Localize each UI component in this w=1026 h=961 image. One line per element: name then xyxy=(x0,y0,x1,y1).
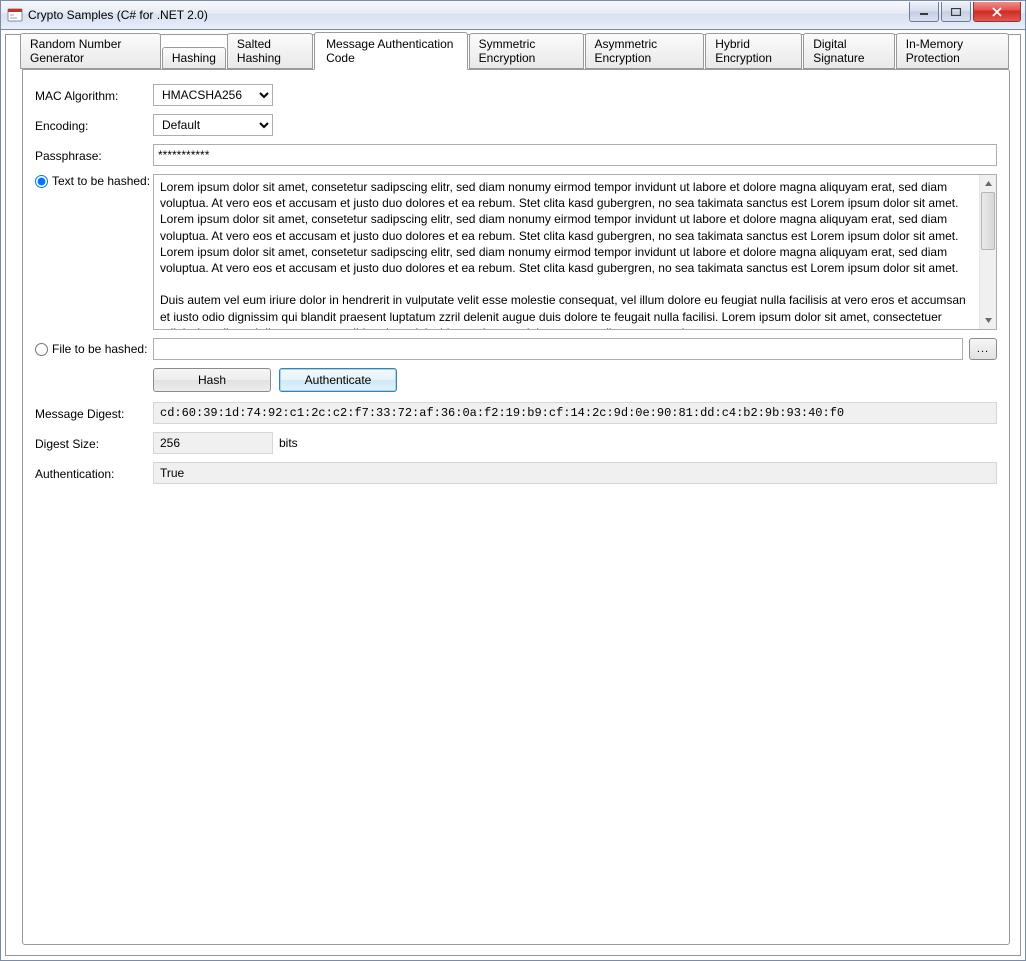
authentication-output: True xyxy=(153,462,997,484)
tab-panel: MAC Algorithm: HMACSHA256 Encoding: Defa… xyxy=(22,69,1010,945)
encoding-label: Encoding: xyxy=(35,117,153,133)
title-bar: Crypto Samples (C# for .NET 2.0) xyxy=(0,0,1026,30)
text-scrollbar[interactable] xyxy=(979,175,996,329)
mac-algorithm-label: MAC Algorithm: xyxy=(35,87,153,103)
file-path-input[interactable] xyxy=(153,338,963,360)
tab-digital-signature[interactable]: Digital Signature xyxy=(803,33,895,69)
hash-button[interactable]: Hash xyxy=(153,368,271,392)
window-title: Crypto Samples (C# for .NET 2.0) xyxy=(28,8,208,22)
passphrase-input[interactable] xyxy=(153,144,997,166)
text-source-label: Text to be hashed: xyxy=(52,174,150,188)
passphrase-label: Passphrase: xyxy=(35,147,153,163)
tab-asymmetric-encryption[interactable]: Asymmetric Encryption xyxy=(585,33,705,69)
digest-size-output: 256 xyxy=(153,432,273,454)
scroll-track[interactable] xyxy=(980,192,996,312)
scroll-up-icon[interactable] xyxy=(980,175,996,192)
browse-button[interactable]: ... xyxy=(969,338,997,360)
window-controls xyxy=(909,1,1025,29)
digest-size-units: bits xyxy=(279,436,298,450)
tab-symmetric-encryption[interactable]: Symmetric Encryption xyxy=(469,33,584,69)
tab-in-memory-protection[interactable]: In-Memory Protection xyxy=(896,33,1009,69)
file-source-radio[interactable] xyxy=(35,343,48,356)
scroll-thumb[interactable] xyxy=(981,192,995,250)
tab-message-authentication-code[interactable]: Message Authentication Code xyxy=(314,32,468,70)
tab-hybrid-encryption[interactable]: Hybrid Encryption xyxy=(705,33,802,69)
authenticate-button[interactable]: Authenticate xyxy=(279,368,397,392)
file-source-label: File to be hashed: xyxy=(52,342,147,356)
message-digest-label: Message Digest: xyxy=(35,405,153,421)
text-source-option[interactable]: Text to be hashed: xyxy=(35,174,153,188)
text-to-hash-input[interactable] xyxy=(154,175,979,329)
tab-salted-hashing[interactable]: Salted Hashing xyxy=(227,33,313,69)
minimize-button[interactable] xyxy=(909,2,939,22)
tab-random-number-generator[interactable]: Random Number Generator xyxy=(20,33,161,69)
tab-hashing[interactable]: Hashing xyxy=(162,47,226,69)
digest-size-label: Digest Size: xyxy=(35,435,153,451)
app-icon xyxy=(7,7,23,23)
file-source-option[interactable]: File to be hashed: xyxy=(35,342,153,356)
authentication-label: Authentication: xyxy=(35,465,153,481)
tab-strip: Random Number Generator Hashing Salted H… xyxy=(20,45,1010,69)
mac-algorithm-select[interactable]: HMACSHA256 xyxy=(153,84,273,106)
encoding-select[interactable]: Default xyxy=(153,114,273,136)
maximize-button[interactable] xyxy=(941,2,971,22)
text-source-radio[interactable] xyxy=(35,175,48,188)
close-button[interactable] xyxy=(973,2,1021,22)
scroll-down-icon[interactable] xyxy=(980,312,996,329)
message-digest-output: cd:60:39:1d:74:92:c1:2c:c2:f7:33:72:af:3… xyxy=(153,402,997,424)
